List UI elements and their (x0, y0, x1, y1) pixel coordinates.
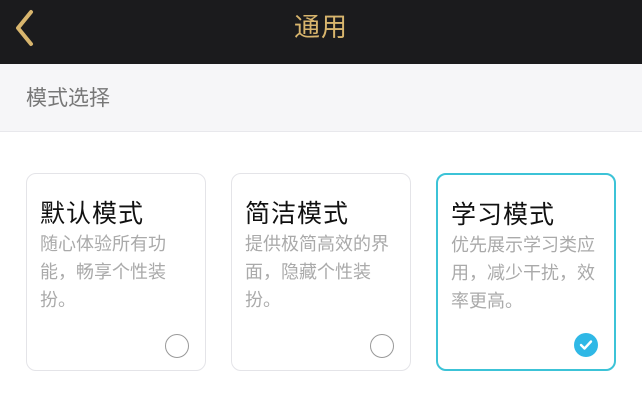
mode-card-title: 简洁模式 (245, 199, 350, 228)
mode-card-description: 优先展示学习类应用，减少干扰，效率更高。 (451, 235, 595, 312)
mode-card-simple[interactable]: 简洁模式 提供极简高效的界面，隐藏个性装扮。 (231, 173, 411, 371)
mode-card-description: 提供极简高效的界面，隐藏个性装扮。 (245, 234, 389, 311)
section-title: 模式选择 (26, 86, 110, 110)
radio-unchecked-icon[interactable] (370, 334, 394, 358)
mode-card-list: 默认模式 随心体验所有功能，畅享个性装扮。 简洁模式 提供极简高效的界面，隐藏个… (26, 173, 617, 373)
mode-card-study[interactable]: 学习模式 优先展示学习类应用，减少干扰，效率更高。 (436, 173, 616, 371)
radio-unchecked-icon[interactable] (165, 334, 189, 358)
mode-card-title: 默认模式 (40, 199, 145, 228)
mode-card-default[interactable]: 默认模式 随心体验所有功能，畅享个性装扮。 (26, 173, 206, 371)
mode-card-title: 学习模式 (451, 200, 556, 229)
checkmark-icon (579, 340, 593, 350)
mode-card-description: 随心体验所有功能，畅享个性装扮。 (40, 234, 166, 311)
top-bar: 通用 (0, 0, 642, 64)
radio-checked-icon[interactable] (574, 333, 598, 357)
page-title: 通用 (293, 13, 348, 43)
section-header: 模式选择 (0, 64, 642, 132)
